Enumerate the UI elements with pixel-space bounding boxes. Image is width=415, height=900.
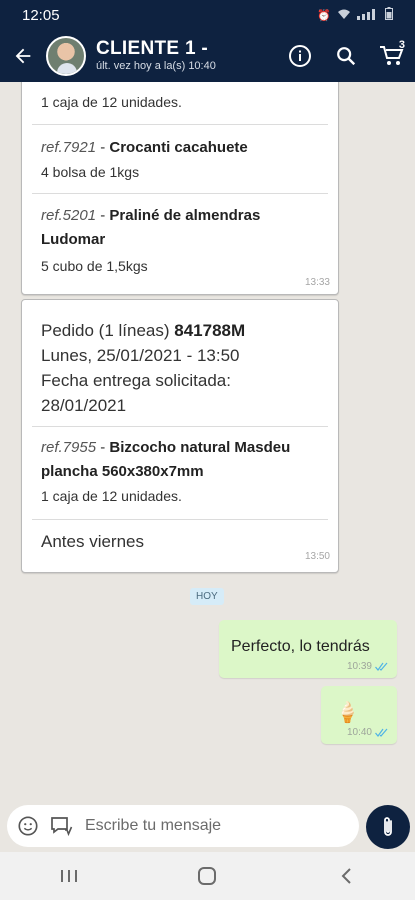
order-item: ref.7955 - Bizcocho natural Masdeu planc…	[41, 439, 291, 480]
item-ref: ref.7955	[41, 439, 97, 456]
outgoing-message[interactable]: Perfecto, lo tendrás 10:39	[219, 620, 397, 678]
recent-apps-icon	[61, 870, 78, 882]
divider	[32, 193, 328, 194]
message-text: Perfecto, lo tendrás	[231, 638, 370, 655]
incoming-order-card: 1 caja de 12 unidades. ref.7921 - Crocan…	[21, 82, 339, 295]
chat-title: CLIENTE 1 -	[96, 38, 209, 60]
chat-header: CLIENTE 1 - últ. vez hoy a la(s) 10:40 3	[0, 30, 415, 82]
back-button[interactable]	[0, 30, 46, 82]
message-list[interactable]: 1 caja de 12 unidades. ref.7921 - Crocan…	[0, 82, 415, 804]
item-quantity: 1 caja de 12 unidades.	[41, 488, 182, 504]
wifi-icon	[337, 8, 351, 23]
order-header: Pedido (1 líneas) 841788M Lunes, 25/01/2…	[41, 318, 320, 418]
item-quantity: 4 bolsa de 1kgs	[41, 164, 140, 180]
item-quantity: 1 caja de 12 unidades.	[41, 94, 182, 110]
emoji-icon	[18, 816, 38, 836]
attach-button[interactable]	[366, 805, 410, 849]
message-time: 13:33	[304, 277, 330, 288]
divider	[32, 519, 328, 520]
signal-icon	[357, 8, 379, 23]
search-icon	[337, 47, 356, 66]
home-button[interactable]	[177, 852, 237, 900]
chat-title-area[interactable]: CLIENTE 1 - últ. vez hoy a la(s) 10:40	[96, 39, 277, 72]
order-note: Antes viernes	[41, 532, 144, 551]
ice-cream-emoji: 🍦	[335, 702, 360, 724]
catalog-icon	[51, 817, 73, 837]
message-time: 13:50	[304, 551, 330, 562]
message-input[interactable]	[79, 805, 359, 847]
paperclip-icon	[384, 817, 392, 836]
message-composer	[7, 805, 359, 847]
divider	[32, 426, 328, 427]
home-icon	[198, 867, 217, 885]
incoming-order-card: Pedido (1 líneas) 841788M Lunes, 25/01/2…	[21, 299, 339, 573]
delivery-date: 28/01/2021	[41, 396, 127, 415]
status-bar: 12:05 ⏰	[0, 0, 415, 30]
chevron-left-icon	[341, 868, 351, 884]
message-meta: 10:39	[347, 661, 389, 672]
alarm-icon: ⏰	[317, 9, 331, 22]
message-time: 10:40	[346, 727, 372, 738]
item-name: Crocanti cacahuete	[109, 139, 248, 156]
order-item: ref.7921 - Crocanti cacahuete	[41, 139, 248, 156]
info-button[interactable]	[277, 30, 323, 82]
system-icons: ⏰	[317, 7, 393, 23]
item-quantity: 5 cubo de 1,5kgs	[41, 258, 148, 274]
read-ticks-icon	[375, 662, 388, 671]
avatar[interactable]	[46, 36, 86, 76]
system-navigation-bar	[0, 852, 415, 900]
last-seen: últ. vez hoy a la(s) 10:40	[96, 60, 216, 73]
info-icon	[289, 45, 311, 67]
read-ticks-icon	[375, 728, 388, 737]
message-meta: 10:40	[347, 727, 389, 738]
delivery-label: Fecha entrega solicitada:	[41, 371, 231, 390]
outgoing-message[interactable]: 🍦 10:40	[321, 686, 397, 744]
system-back-button[interactable]	[316, 852, 376, 900]
order-number: 841788M	[174, 321, 246, 340]
battery-icon	[385, 7, 393, 23]
order-lines-label: Pedido (1 líneas)	[41, 321, 170, 340]
recent-apps-button[interactable]	[39, 852, 99, 900]
order-date: Lunes, 25/01/2021 - 13:50	[41, 346, 240, 365]
emoji-button[interactable]	[11, 805, 45, 847]
arrow-left-icon	[15, 48, 31, 64]
item-ref: ref.5201	[41, 207, 97, 224]
date-divider-chip: HOY	[190, 588, 224, 605]
divider	[32, 124, 328, 125]
cart-count-badge: 3	[398, 39, 405, 51]
search-button[interactable]	[323, 30, 369, 82]
status-time: 12:05	[22, 6, 60, 24]
message-time: 10:39	[346, 661, 372, 672]
order-item: ref.5201 - Praliné de almendras Ludomar	[41, 207, 261, 248]
item-ref: ref.7921	[41, 139, 97, 156]
cart-button[interactable]: 3	[369, 30, 415, 82]
catalog-button[interactable]	[45, 805, 79, 847]
